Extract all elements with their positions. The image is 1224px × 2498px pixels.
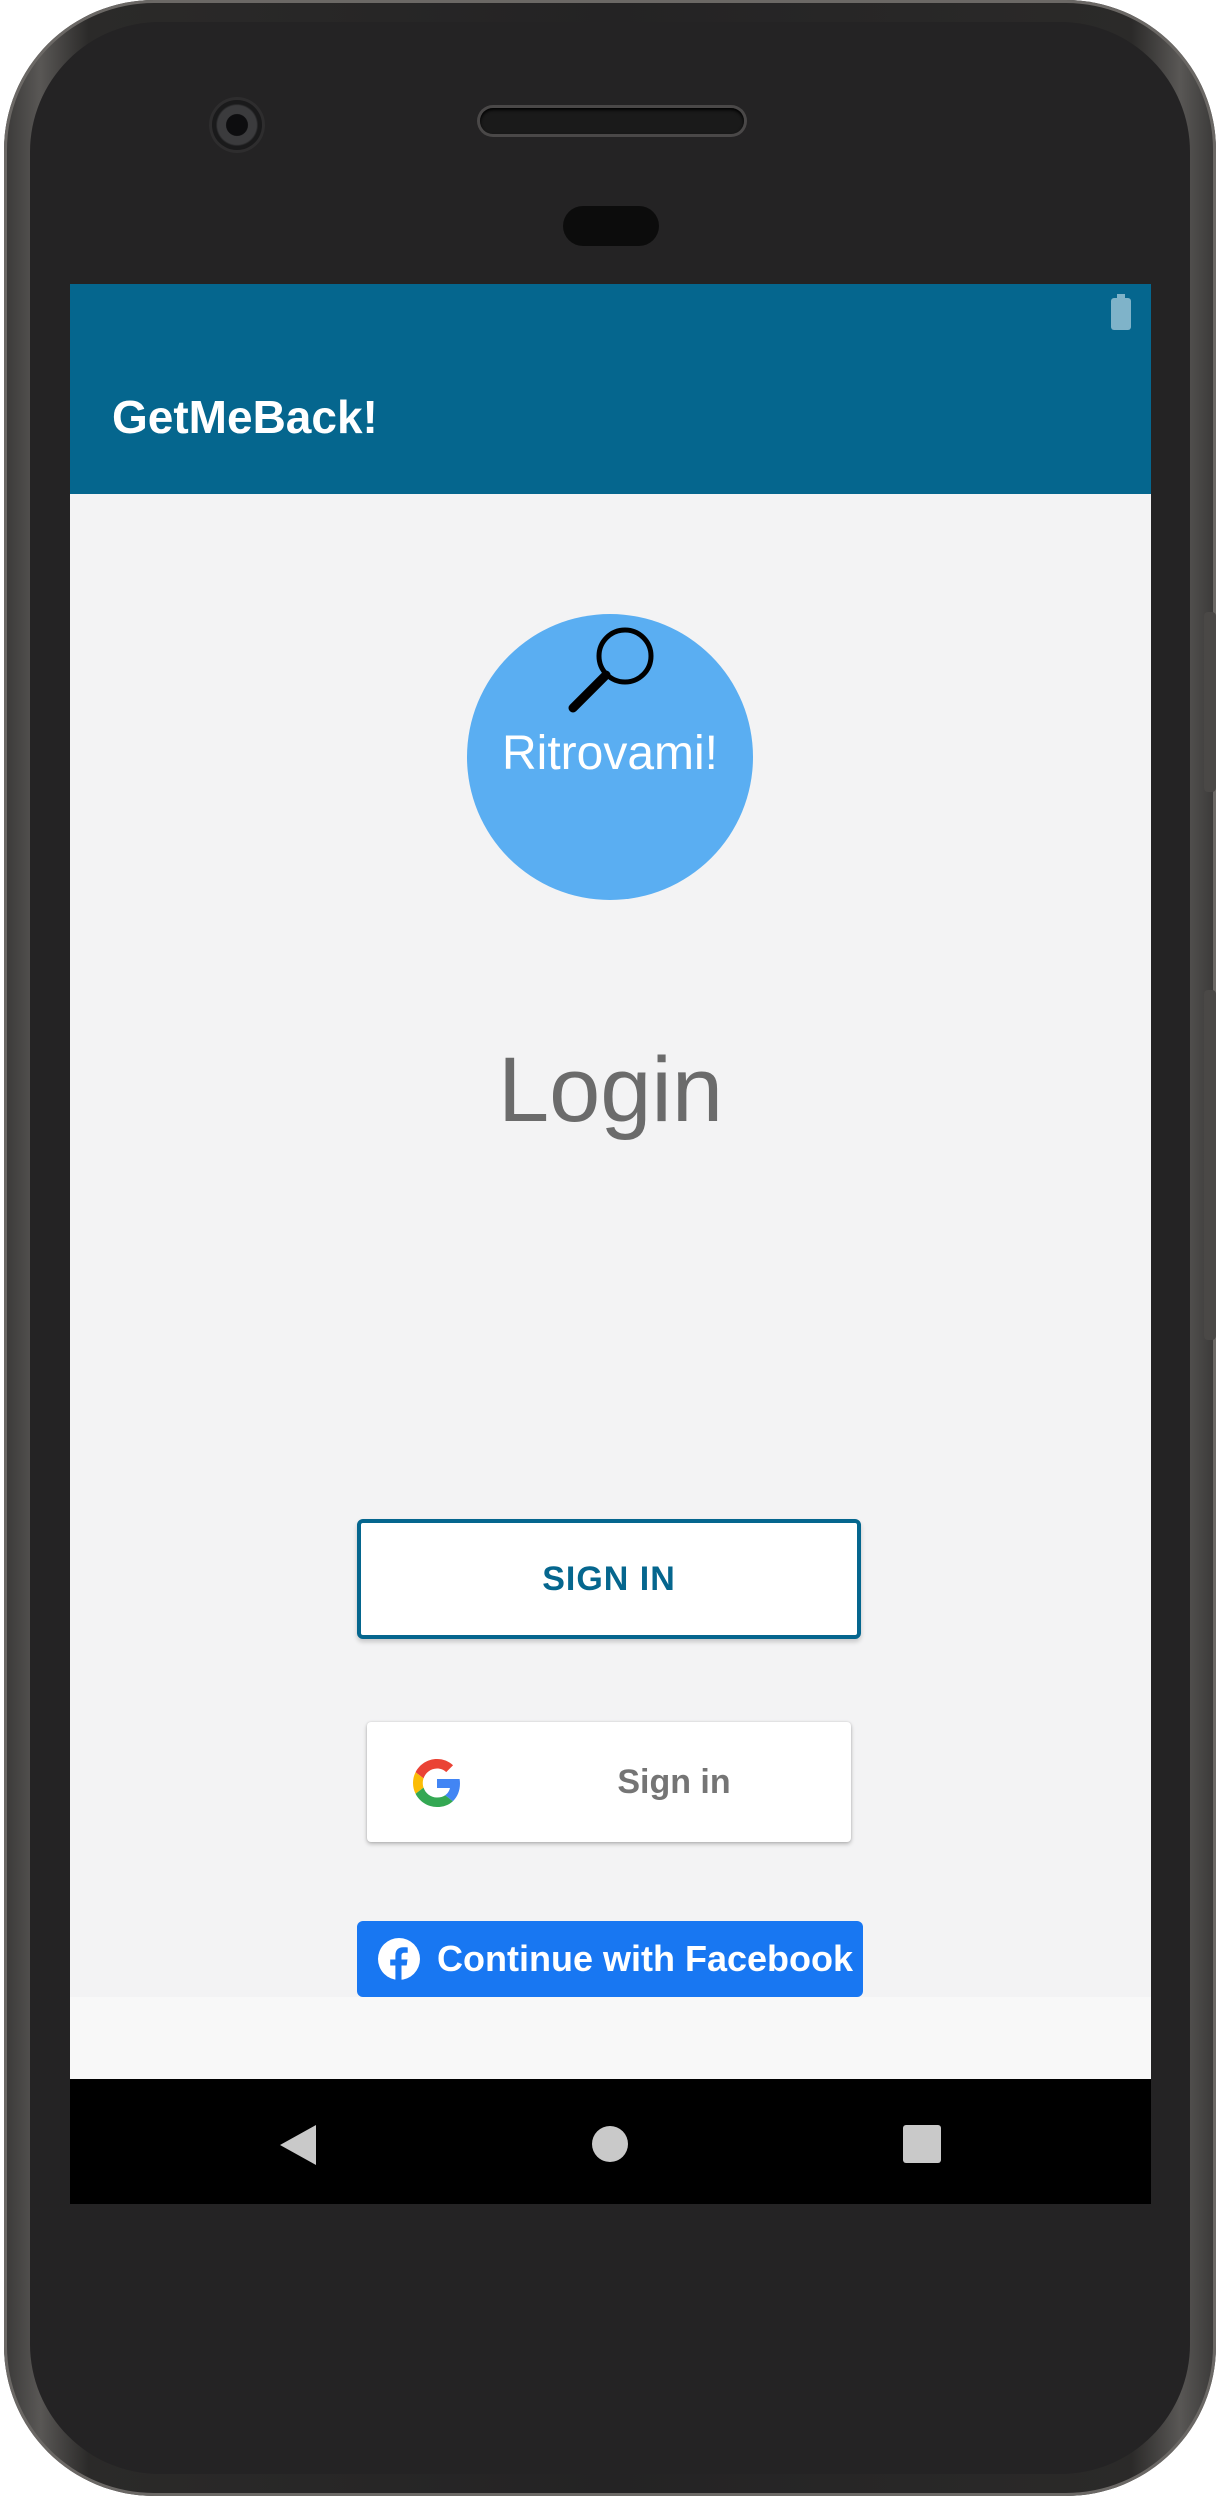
facebook-f-icon: [378, 1938, 420, 1981]
google-g-icon: [413, 1759, 460, 1807]
volume-button: [1204, 990, 1216, 1340]
app-bar: GetMeBack!: [70, 284, 1151, 494]
app-logo: Ritrovami!: [467, 614, 753, 900]
logo-text: Ritrovami!: [501, 727, 719, 780]
google-sign-in-label: Sign in: [617, 1762, 731, 1801]
device-screen: GetMeBack! Ritrovami! Login SIGN IN Sign…: [70, 284, 1151, 2204]
system-nav-bar: [70, 2079, 1151, 2204]
app-title: GetMeBack!: [112, 391, 378, 443]
earpiece-speaker: [480, 108, 744, 134]
recents-square-icon[interactable]: [903, 2125, 941, 2163]
back-triangle-icon[interactable]: [278, 2123, 318, 2167]
content-bottom-area: [70, 1997, 1151, 2079]
sign-in-button[interactable]: SIGN IN: [357, 1519, 861, 1639]
front-camera: [212, 100, 262, 150]
home-circle-icon[interactable]: [592, 2126, 628, 2162]
facebook-login-button[interactable]: Continue with Facebook: [357, 1921, 863, 1997]
page-title: Login: [497, 1039, 724, 1141]
power-button: [1204, 612, 1216, 792]
google-sign-in-button[interactable]: Sign in: [367, 1722, 851, 1842]
phone-frame: GetMeBack! Ritrovami! Login SIGN IN Sign…: [4, 0, 1216, 2496]
proximity-sensor: [563, 206, 659, 246]
magnifier-icon: [568, 627, 654, 713]
battery-icon: [1111, 294, 1131, 330]
facebook-login-label: Continue with Facebook: [437, 1938, 854, 1979]
